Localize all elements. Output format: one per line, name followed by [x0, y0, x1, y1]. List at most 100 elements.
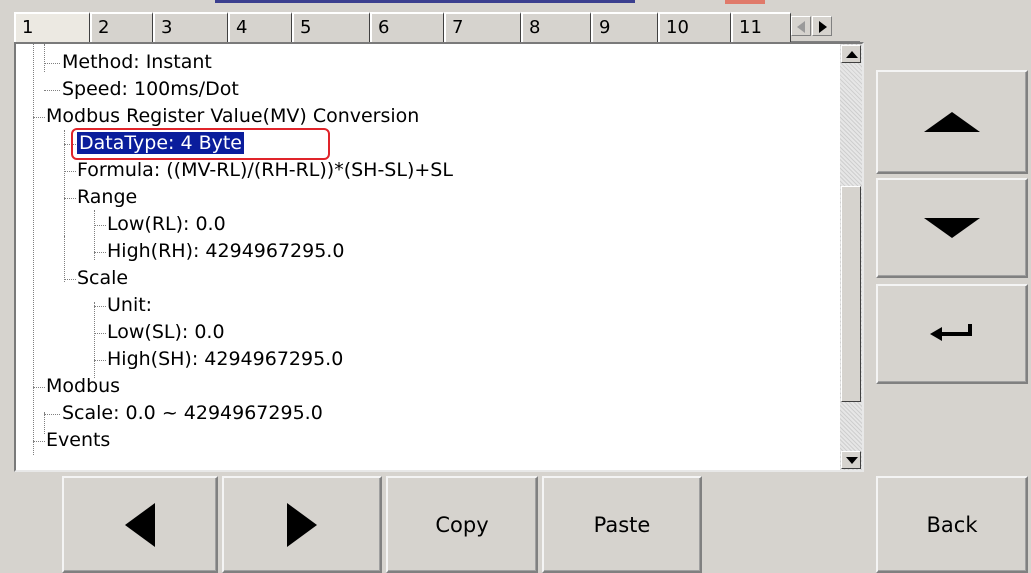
tab-label: 10	[666, 17, 689, 38]
scroll-thumb[interactable]	[841, 186, 861, 402]
tree-connector	[64, 279, 76, 280]
up-arrow-icon	[846, 51, 858, 58]
right-arrow-icon	[287, 502, 317, 547]
tree-connector	[94, 333, 106, 334]
tree-connector	[33, 44, 34, 455]
tab-label: 6	[378, 17, 390, 38]
tree-item-range-high[interactable]: High(RH): 4294967295.0	[107, 240, 344, 264]
tree-connector	[64, 171, 76, 172]
title-accent-mark	[725, 0, 765, 4]
tree-item-label: Speed: 100ms/Dot	[62, 78, 239, 100]
tab-8[interactable]: 8	[521, 12, 591, 42]
tree-item-label: Low(RL): 0.0	[107, 213, 226, 235]
tree-view: Method: Instant Speed: 100ms/Dot Modbus …	[16, 44, 838, 470]
copy-button[interactable]: Copy	[386, 476, 538, 573]
tree-item-label: Scale	[77, 267, 129, 289]
tab-2[interactable]: 2	[90, 12, 153, 42]
paste-button[interactable]: Paste	[542, 476, 702, 573]
tree-connector	[44, 412, 45, 434]
tab-label: 4	[236, 17, 248, 38]
tree-connector	[94, 360, 106, 361]
tree-connector	[64, 236, 65, 282]
tab-label: 7	[452, 17, 464, 38]
tree-connector	[94, 306, 106, 307]
tree-item-scale-unit[interactable]: Unit:	[107, 294, 152, 318]
tree-item-modbus[interactable]: Modbus	[46, 375, 120, 399]
down-arrow-icon	[846, 457, 858, 464]
tree-connector	[44, 414, 60, 415]
tab-10[interactable]: 10	[658, 12, 731, 42]
tab-4[interactable]: 4	[228, 12, 292, 42]
tree-item-label: Range	[77, 186, 138, 208]
scroll-down-button[interactable]	[841, 451, 861, 469]
tab-label: 8	[529, 17, 541, 38]
scroll-up-button[interactable]	[841, 45, 861, 63]
tree-item-formula[interactable]: Formula: ((MV-RL)/(RH-RL))*(SH-SL)+SL	[77, 159, 453, 183]
tree-item-label: Scale: 0.0 ~ 4294967295.0	[62, 402, 323, 424]
tree-connector	[64, 130, 65, 236]
selection-frame	[71, 128, 330, 160]
tab-9[interactable]: 9	[591, 12, 658, 42]
top-strip	[0, 0, 1031, 8]
move-up-button[interactable]	[876, 70, 1028, 174]
tree-connector	[64, 198, 76, 199]
copy-button-label: Copy	[435, 512, 489, 537]
up-arrow-icon	[924, 112, 980, 132]
tree-connector	[44, 63, 60, 64]
move-down-button[interactable]	[876, 178, 1028, 278]
tree-connector	[44, 44, 45, 72]
tab-scroll-left-button[interactable]	[791, 16, 811, 36]
tree-panel: Method: Instant Speed: 100ms/Dot Modbus …	[14, 42, 864, 472]
tab-label: 2	[98, 17, 110, 38]
tab-label: 5	[300, 17, 312, 38]
tab-strip: 1 2 3 4 5 6 7 8 9 10 11	[14, 12, 860, 43]
tree-connector	[33, 117, 45, 118]
enter-button[interactable]	[876, 284, 1028, 384]
paste-button-label: Paste	[593, 512, 651, 537]
tree-item-events[interactable]: Events	[46, 429, 110, 453]
right-arrow-icon	[819, 21, 827, 33]
tab-1[interactable]: 1	[14, 12, 90, 43]
left-arrow-icon	[125, 502, 155, 547]
tree-item-mv-conversion[interactable]: Modbus Register Value(MV) Conversion	[46, 105, 419, 129]
tree-item-modbus-scale[interactable]: Scale: 0.0 ~ 4294967295.0	[62, 402, 323, 426]
tree-item-method[interactable]: Method: Instant	[62, 51, 212, 75]
tree-connector	[44, 90, 60, 91]
title-accent-bar	[215, 0, 635, 3]
tree-connector	[94, 302, 95, 378]
next-button[interactable]	[222, 476, 382, 573]
tree-item-scale[interactable]: Scale	[77, 267, 128, 291]
tab-label: 1	[22, 17, 34, 38]
tree-connector	[33, 441, 45, 442]
tree-item-scale-low[interactable]: Low(SL): 0.0	[107, 321, 225, 345]
down-arrow-icon	[924, 218, 980, 238]
tree-connector	[33, 387, 45, 388]
tab-5[interactable]: 5	[292, 12, 370, 42]
vertical-scrollbar[interactable]	[840, 44, 862, 470]
tree-item-label: Modbus Register Value(MV) Conversion	[46, 105, 420, 127]
back-button[interactable]: Back	[876, 476, 1028, 573]
tree-item-label: Unit:	[107, 294, 153, 316]
tree-connector	[94, 252, 106, 253]
tab-6[interactable]: 6	[370, 12, 444, 42]
tab-7[interactable]: 7	[444, 12, 521, 42]
tree-item-label: Method: Instant	[62, 51, 212, 73]
tree-item-label: Events	[46, 429, 111, 451]
tree-item-label: Modbus	[46, 375, 121, 397]
tree-item-label: Low(SL): 0.0	[107, 321, 225, 343]
tree-item-speed[interactable]: Speed: 100ms/Dot	[62, 78, 239, 102]
tree-item-range[interactable]: Range	[77, 186, 137, 210]
tree-item-label: High(SH): 4294967295.0	[107, 348, 344, 370]
tree-item-range-low[interactable]: Low(RL): 0.0	[107, 213, 226, 237]
tab-label: 9	[599, 17, 611, 38]
left-arrow-icon	[797, 21, 805, 33]
previous-button[interactable]	[62, 476, 218, 573]
tree-item-scale-high[interactable]: High(SH): 4294967295.0	[107, 348, 343, 372]
tab-3[interactable]: 3	[153, 12, 228, 42]
tree-item-label: High(RH): 4294967295.0	[107, 240, 345, 262]
tab-label: 11	[739, 17, 762, 38]
back-button-label: Back	[926, 512, 978, 537]
tab-scroll-right-button[interactable]	[812, 16, 832, 36]
tree-connector	[94, 225, 106, 226]
tab-11[interactable]: 11	[731, 12, 791, 42]
